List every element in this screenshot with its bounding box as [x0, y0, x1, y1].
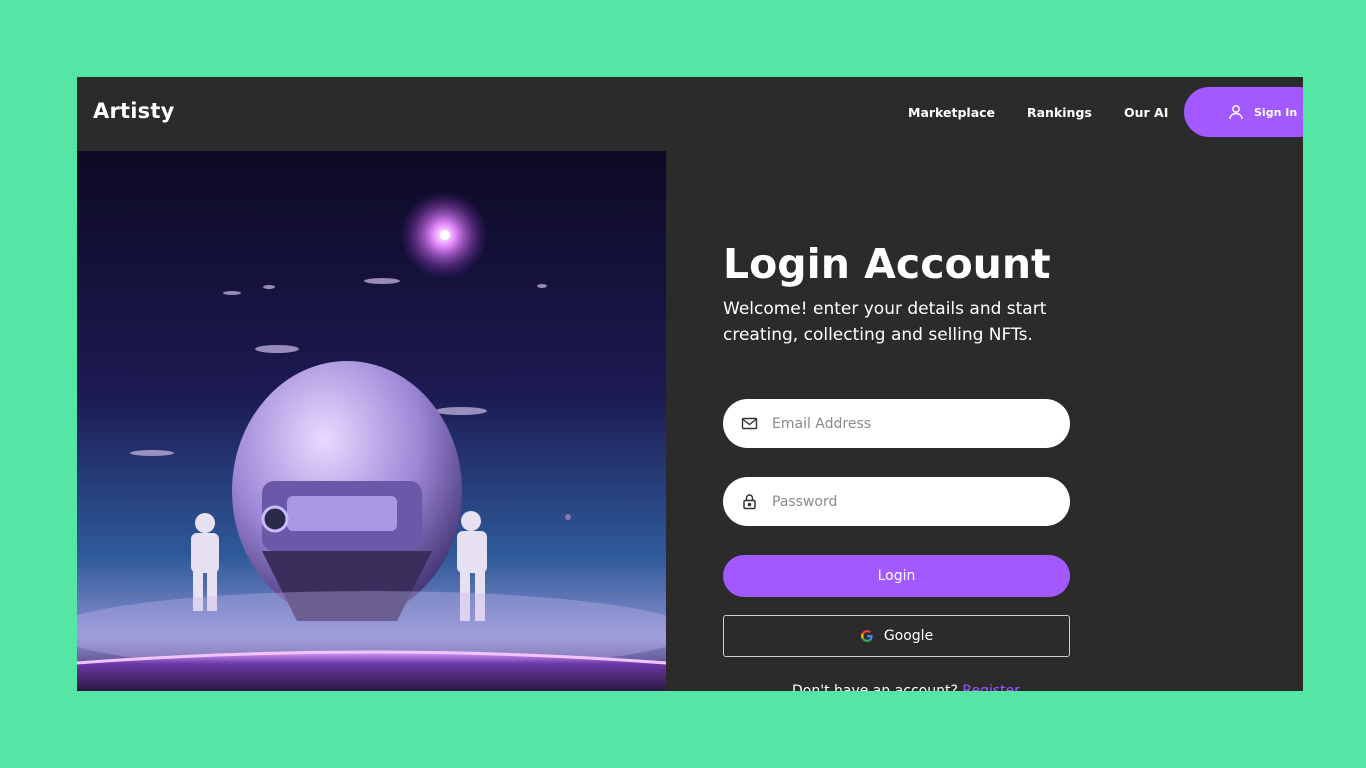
password-input[interactable]: [770, 492, 1044, 511]
nav-rankings[interactable]: Rankings: [1027, 105, 1092, 120]
register-link[interactable]: Register: [962, 683, 1020, 691]
google-label: Google: [883, 628, 934, 644]
sign-in-button[interactable]: Sign In: [1184, 87, 1303, 137]
app-window: Artisty Marketplace Rankings Our AI Sign…: [77, 77, 1303, 691]
top-navbar: Artisty Marketplace Rankings Our AI Sign…: [77, 77, 1303, 151]
mail-icon: [741, 417, 758, 430]
brand-logo[interactable]: Artisty: [93, 99, 174, 123]
nav-marketplace[interactable]: Marketplace: [908, 105, 995, 120]
lock-icon: [743, 494, 756, 510]
google-icon: [860, 630, 873, 642]
page-subtitle: Welcome! enter your details and start cr…: [723, 299, 1047, 345]
space-illustration: [77, 151, 666, 691]
user-icon: [1229, 105, 1243, 120]
nav-our-ai[interactable]: Our AI: [1124, 105, 1168, 120]
sign-in-label: Sign In: [1254, 105, 1298, 119]
hero-artwork: [77, 151, 666, 691]
password-field[interactable]: [723, 477, 1070, 526]
login-button[interactable]: Login: [723, 555, 1070, 597]
google-login-button[interactable]: Google: [723, 615, 1070, 657]
email-input[interactable]: [770, 414, 1044, 433]
register-prompt-text: Don't have an account?: [792, 683, 958, 691]
page-title: Login Account: [723, 240, 1051, 288]
email-field[interactable]: [723, 399, 1070, 448]
register-prompt: Don't have an account? Register: [792, 683, 1020, 691]
